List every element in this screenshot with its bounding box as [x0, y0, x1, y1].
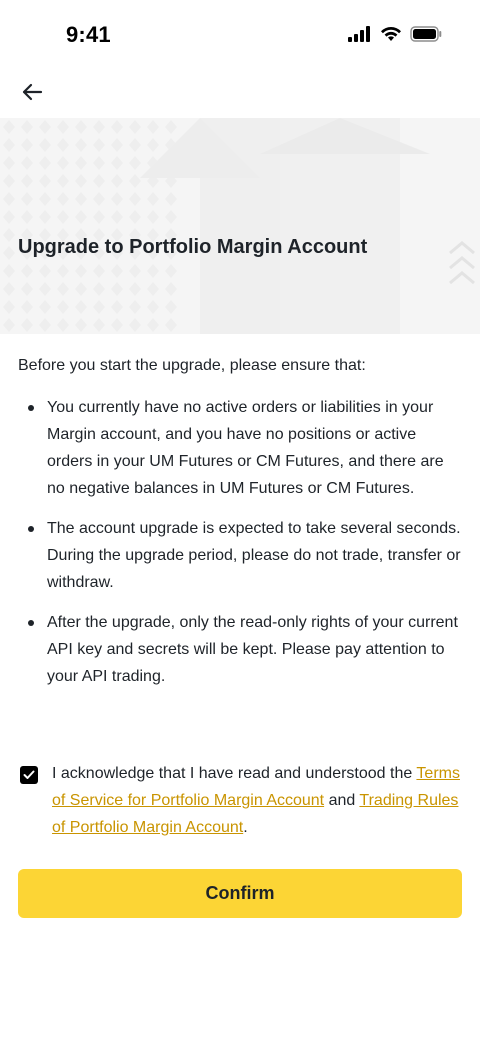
confirm-button[interactable]: Confirm [18, 869, 462, 918]
list-item: After the upgrade, only the read-only ri… [18, 609, 462, 690]
checkmark-icon [23, 770, 35, 779]
acknowledge-text-after: . [243, 819, 248, 836]
list-item: You currently have no active orders or l… [18, 394, 462, 502]
status-bar: 9:41 [0, 0, 480, 72]
acknowledge-text-middle: and [324, 792, 360, 809]
page-title: Upgrade to Portfolio Margin Account [18, 236, 368, 258]
acknowledge-checkbox[interactable] [20, 766, 38, 784]
status-icons [348, 26, 442, 42]
hero-background-graphic [0, 118, 475, 334]
list-item: The account upgrade is expected to take … [18, 515, 462, 596]
bullet-dot-icon [28, 620, 34, 626]
back-button[interactable] [16, 76, 48, 108]
requirements-section: Before you start the upgrade, please ens… [18, 354, 462, 703]
battery-icon [410, 26, 442, 42]
intro-text: Before you start the upgrade, please ens… [18, 357, 366, 374]
arrow-left-icon [22, 83, 43, 101]
bullet-dot-icon [28, 405, 34, 411]
acknowledge-row: I acknowledge that I have read and under… [20, 760, 464, 841]
list-item-text: You currently have no active orders or l… [47, 399, 444, 497]
bullet-dot-icon [28, 526, 34, 532]
list-item-text: After the upgrade, only the read-only ri… [47, 614, 458, 685]
cellular-signal-icon [348, 26, 370, 42]
status-time: 9:41 [66, 22, 111, 47]
acknowledge-text-before: I acknowledge that I have read and under… [52, 765, 417, 782]
hero-banner: Upgrade to Portfolio Margin Account [0, 118, 480, 334]
acknowledge-text: I acknowledge that I have read and under… [52, 760, 462, 841]
wifi-icon [381, 26, 401, 41]
list-item-text: The account upgrade is expected to take … [47, 520, 461, 591]
requirements-list: You currently have no active orders or l… [18, 394, 462, 690]
